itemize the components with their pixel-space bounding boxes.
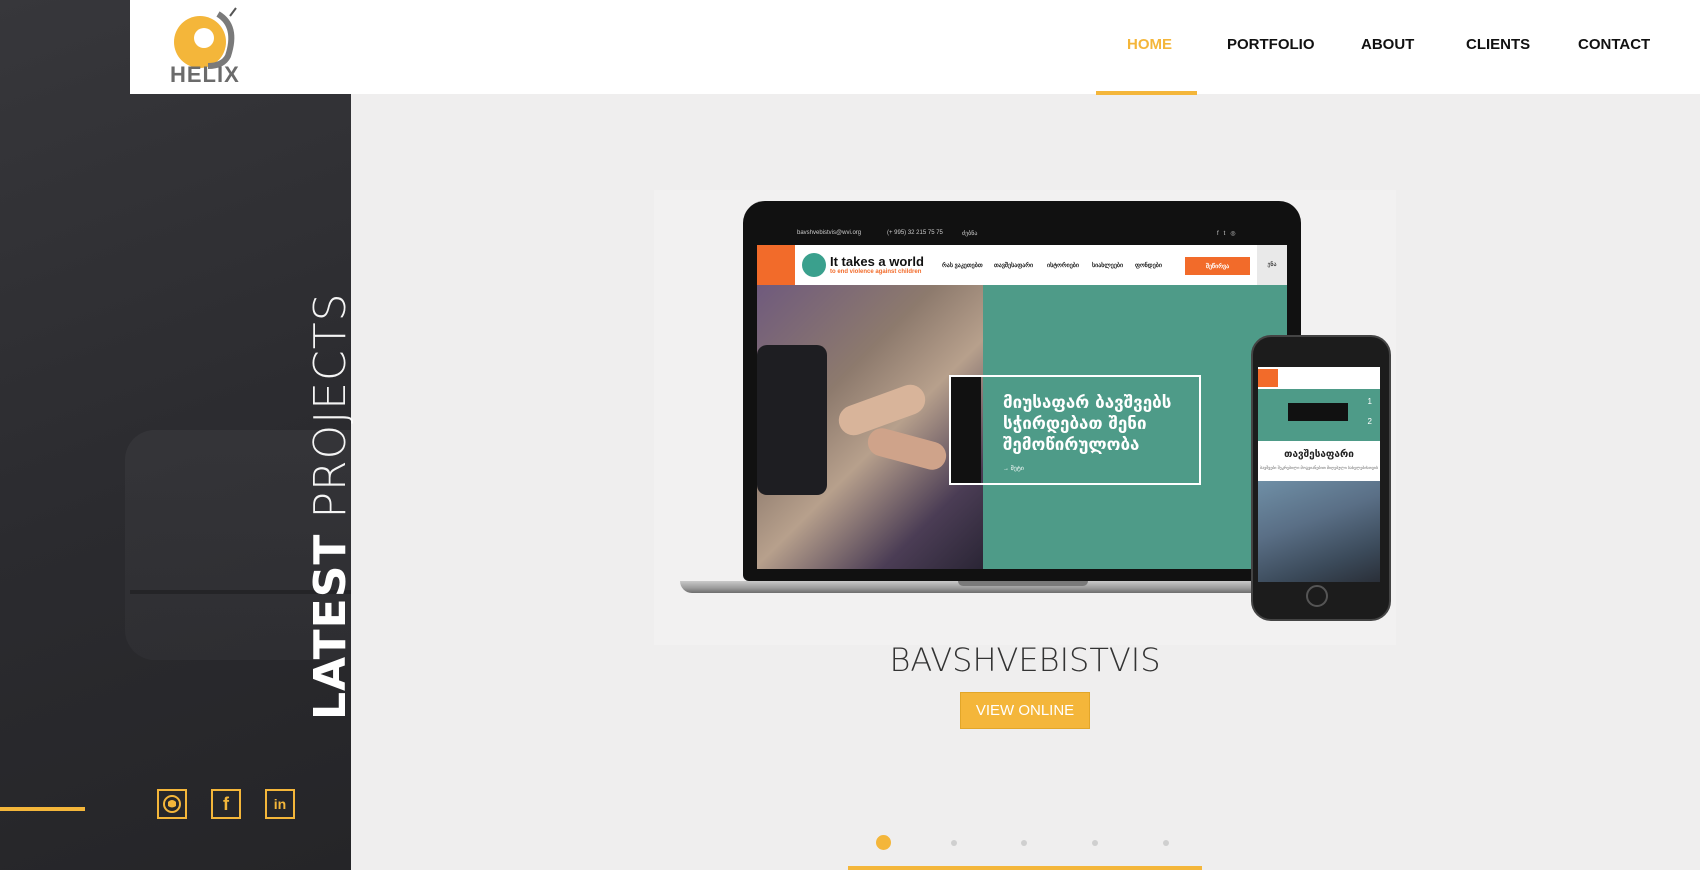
view-online-button[interactable]: VIEW ONLINE [960, 692, 1090, 729]
linkedin-button[interactable]: in [265, 789, 295, 819]
preview-menu-item: სიახლეები [1092, 263, 1124, 269]
phone-heading: თავშესაფარი [1284, 449, 1354, 460]
preview-menu-item: თავშესაფარი [994, 263, 1034, 269]
laptop-notch [958, 581, 1088, 586]
preview-email: bavshvebistvis@wvi.org [797, 230, 862, 236]
facebook-button[interactable]: f [211, 789, 241, 819]
preview-logo-title: It takes a world [830, 254, 924, 269]
nav-portfolio[interactable]: PORTFOLIO [1227, 36, 1315, 53]
phone-photo [1258, 481, 1380, 582]
preview-hero-box: მიუსაფარ ბავშვებს სჭირდებათ შენი შემოწირ… [949, 375, 1201, 485]
nav-contact[interactable]: CONTACT [1578, 36, 1650, 53]
preview-menu-item: რას ვაკეთებთ [942, 263, 983, 269]
preview-donate-button: შეწირვა [1185, 257, 1250, 275]
project-title: BAVSHVEBISTVIS [889, 641, 1161, 679]
preview-menu-item: ფონდები [1135, 263, 1162, 269]
preview-phone: (+ 995) 32 215 75 75 [887, 230, 943, 236]
github-button[interactable] [157, 789, 187, 819]
laptop-screen: bavshvebistvis@wvi.org (+ 995) 32 215 75… [757, 221, 1287, 569]
preview-social-icons: f t ◎ [1217, 231, 1236, 237]
preview-misc: ძებნა [962, 231, 978, 237]
phone-slide-2: 2 [1367, 417, 1372, 426]
preview-topbar: bavshvebistvis@wvi.org (+ 995) 32 215 75… [757, 221, 1287, 245]
section-heading-bold: LATEST [305, 533, 356, 720]
preview-lang: ენა [1257, 245, 1287, 285]
carousel-dot-5[interactable] [1163, 840, 1169, 846]
preview-menu-icon [757, 245, 795, 285]
phone-screen: 1 2 თავშესაფარი ბავშვები შეკრებილი მოგვი… [1258, 367, 1380, 582]
phone-home-button [1306, 585, 1328, 607]
nav-about[interactable]: ABOUT [1361, 36, 1414, 53]
preview-logo-icon [802, 253, 826, 277]
nav-active-underline [1096, 91, 1197, 95]
logo-text: HELIX [170, 62, 240, 87]
section-heading: LATEST PROJECTS [305, 293, 356, 721]
preview-logo-sub: to end violence against children [830, 269, 922, 275]
sidebar-panel [0, 0, 351, 870]
carousel-dot-3[interactable] [1021, 840, 1027, 846]
nav-home[interactable]: HOME [1127, 36, 1172, 53]
nav-clients[interactable]: CLIENTS [1466, 36, 1530, 53]
carousel-dot-4[interactable] [1092, 840, 1098, 846]
phone-subtext: ბავშვები შეკრებილი მოგვიანებით მიღებული … [1260, 465, 1378, 470]
preview-hero-more: → მეტი [1003, 466, 1024, 472]
preview-nav: It takes a world to end violence against… [757, 245, 1287, 286]
facebook-icon: f [223, 793, 229, 814]
carousel-dot-1[interactable] [876, 835, 891, 850]
header: HELIX HOME PORTFOLIO ABOUT CLIENTS CONTA… [130, 0, 1700, 94]
section-heading-light: PROJECTS [305, 292, 356, 519]
preview-hero-panel: მიუსაფარ ბავშვებს სჭირდებათ შენი შემოწირ… [949, 285, 1287, 569]
sidebar-accent-line [0, 807, 85, 811]
phone-menu-icon [1258, 369, 1278, 387]
linkedin-icon: in [273, 796, 287, 812]
carousel-dot-2[interactable] [951, 840, 957, 846]
phone-slide-1: 1 [1367, 397, 1372, 406]
github-icon [163, 795, 181, 813]
slide-progress-bar [848, 866, 1202, 870]
preview-menu-item: ისტორიები [1047, 263, 1080, 269]
preview-hero-title: მიუსაფარ ბავშვებს სჭირდებათ შენი შემოწირ… [1003, 393, 1172, 455]
